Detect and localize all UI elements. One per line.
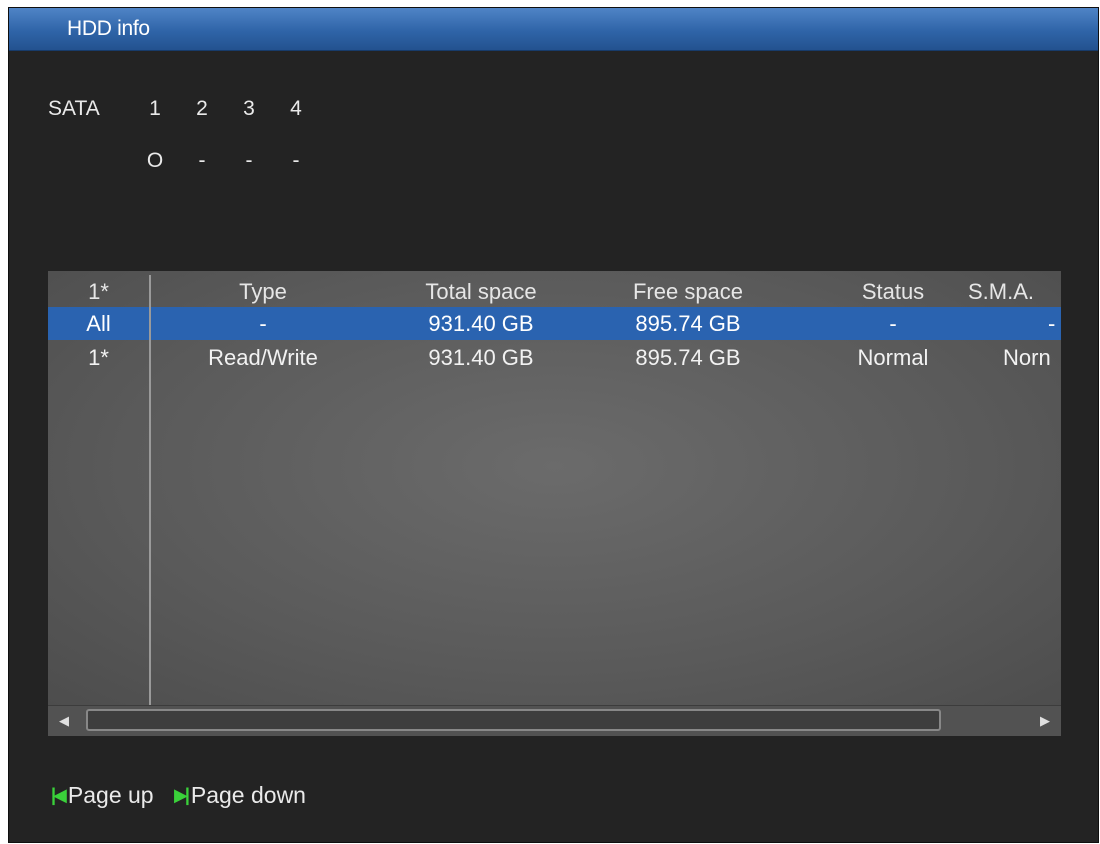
arrow-left-icon[interactable]: ◀ (50, 706, 78, 736)
cell-total-space: 931.40 GB (428, 311, 534, 336)
sata-state-1: O (146, 149, 164, 172)
column-header-index[interactable]: 1* (48, 275, 149, 308)
scrollbar-thumb[interactable] (86, 709, 941, 731)
page-down-button[interactable]: ▶| Page down (174, 782, 306, 809)
sata-state-3: - (245, 149, 253, 172)
column-divider (149, 275, 151, 705)
cell-total-space: 931.40 GB (428, 345, 534, 370)
column-header-status[interactable]: Status (828, 275, 958, 308)
cell-status: Normal (857, 345, 929, 370)
column-header-free-space[interactable]: Free space (613, 275, 763, 308)
page-up-button[interactable]: |◀ Page up (51, 782, 154, 809)
sata-state-4: - (292, 149, 300, 172)
page-up-label: Page up (67, 782, 154, 808)
sata-port-1: 1 (149, 97, 161, 120)
cell-free-space: 895.74 GB (635, 311, 741, 336)
sata-port-4: 4 (290, 97, 302, 120)
footer-nav: |◀ Page up ▶| Page down (51, 780, 320, 809)
column-header-type[interactable]: Type (188, 275, 338, 308)
cell-type: Read/Write (208, 345, 318, 370)
page-up-icon: |◀ (51, 785, 67, 805)
cell-type: - (259, 311, 267, 336)
arrow-right-icon[interactable]: ▶ (1031, 706, 1059, 736)
sata-state-2: - (198, 149, 206, 172)
column-header-total-space[interactable]: Total space (406, 275, 556, 308)
cell-free-space: 895.74 GB (635, 345, 741, 370)
page-down-label: Page down (190, 782, 306, 808)
page-down-icon: ▶| (173, 785, 190, 805)
table-header: 1* Type Total space Free space Status S.… (48, 275, 1061, 308)
cell-smart: Norn (1003, 345, 1051, 370)
column-header-smart[interactable]: S.M.A. (968, 275, 1061, 308)
table-row[interactable]: All - 931.40 GB 895.74 GB - - (48, 307, 1061, 340)
sata-port-2: 2 (196, 97, 208, 120)
window-title: HDD info (67, 17, 150, 40)
table-row[interactable]: 1* Read/Write 931.40 GB 895.74 GB Normal… (48, 341, 1061, 374)
cell-id: 1* (88, 345, 109, 370)
cell-id: All (86, 311, 111, 336)
cell-status: - (889, 311, 897, 336)
horizontal-scrollbar[interactable]: ◀ ▶ (48, 705, 1061, 736)
sata-label: SATA (48, 97, 100, 120)
sata-port-3: 3 (243, 97, 255, 120)
hdd-info-window: HDD info SATA 1 2 3 4 O - - - 1* Type To… (8, 7, 1099, 843)
cell-smart: - (1048, 311, 1056, 336)
hdd-table: 1* Type Total space Free space Status S.… (48, 271, 1061, 705)
title-bar: HDD info (9, 8, 1098, 51)
